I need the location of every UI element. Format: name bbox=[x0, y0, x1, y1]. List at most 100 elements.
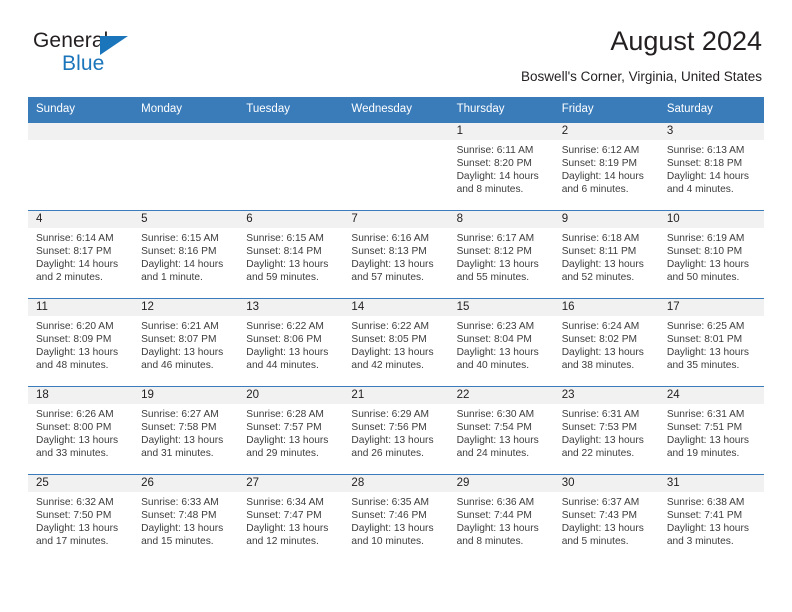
calendar-week-row: 25 Sunrise: 6:32 AM Sunset: 7:50 PM Dayligh… bbox=[28, 473, 764, 562]
day-details bbox=[28, 140, 133, 144]
day-details: Sunrise: 6:18 AM Sunset: 8:11 PM Daylight:… bbox=[554, 228, 659, 285]
day-details: Sunrise: 6:15 AM Sunset: 8:14 PM Daylight:… bbox=[238, 228, 343, 285]
day-cell[interactable]: 23 Sunrise: 6:31 AM Sunset: 7:53 PM Dayligh… bbox=[553, 386, 659, 474]
day-detail-line: Sunset: 7:50 PM bbox=[36, 509, 112, 521]
day-cell[interactable]: 28 Sunrise: 6:35 AM Sunset: 7:46 PM Dayligh… bbox=[343, 474, 449, 562]
calendar-week-row: 18 Sunrise: 6:26 AM Sunset: 8:00 PM Dayligh… bbox=[28, 385, 764, 474]
day-detail-line: Daylight: 13 hours bbox=[141, 435, 224, 447]
day-cell[interactable]: 17 Sunrise: 6:25 AM Sunset: 8:01 PM Dayligh… bbox=[658, 298, 764, 386]
day-cell[interactable]: 12 Sunrise: 6:21 AM Sunset: 8:07 PM Dayligh… bbox=[133, 298, 239, 386]
day-detail-line: Daylight: 13 hours bbox=[246, 259, 329, 271]
day-detail-line: and 1 minute. bbox=[141, 272, 203, 284]
day-cell[interactable]: 10 Sunrise: 6:19 AM Sunset: 8:10 PM Dayligh… bbox=[658, 210, 764, 298]
day-cell[interactable]: 2 Sunrise: 6:12 AM Sunset: 8:19 PM Daylight… bbox=[553, 122, 659, 210]
day-number: 14 bbox=[343, 298, 449, 316]
day-detail-line: Daylight: 14 hours bbox=[561, 171, 644, 183]
day-detail-line: Sunset: 8:02 PM bbox=[561, 333, 638, 345]
brand-logo[interactable]: General Blue bbox=[28, 26, 158, 78]
day-detail-line: and 3 minutes. bbox=[666, 536, 734, 548]
day-number: 26 bbox=[133, 474, 239, 492]
day-details: Sunrise: 6:14 AM Sunset: 8:17 PM Daylight:… bbox=[28, 228, 133, 285]
day-cell[interactable]: 30 Sunrise: 6:37 AM Sunset: 7:43 PM Dayligh… bbox=[553, 474, 659, 562]
day-cell[interactable]: 18 Sunrise: 6:26 AM Sunset: 8:00 PM Dayligh… bbox=[28, 386, 134, 474]
day-cell[interactable]: 20 Sunrise: 6:28 AM Sunset: 7:57 PM Dayligh… bbox=[238, 386, 344, 474]
day-number: 25 bbox=[28, 474, 134, 492]
day-detail-line: Sunset: 7:54 PM bbox=[456, 421, 532, 433]
day-detail-line: Daylight: 14 hours bbox=[36, 259, 119, 271]
day-detail-line: Sunrise: 6:14 AM bbox=[36, 232, 114, 244]
day-detail-line: Sunrise: 6:38 AM bbox=[666, 496, 745, 508]
day-details: Sunrise: 6:38 AM Sunset: 7:41 PM Daylight:… bbox=[659, 492, 764, 549]
day-detail-line: Sunrise: 6:20 AM bbox=[36, 320, 114, 332]
day-detail-line: and 40 minutes. bbox=[456, 360, 530, 372]
day-detail-line: Sunrise: 6:25 AM bbox=[666, 320, 745, 332]
day-details: Sunrise: 6:27 AM Sunset: 7:58 PM Daylight:… bbox=[133, 404, 238, 461]
day-number: 18 bbox=[28, 386, 134, 404]
day-detail-line: Daylight: 13 hours bbox=[351, 347, 434, 359]
day-number: 1 bbox=[448, 122, 554, 140]
brand-name-general: General bbox=[33, 29, 109, 52]
day-detail-line: Sunrise: 6:29 AM bbox=[351, 408, 430, 420]
day-cell[interactable]: 14 Sunrise: 6:22 AM Sunset: 8:05 PM Dayligh… bbox=[343, 298, 449, 386]
day-detail-line: and 29 minutes. bbox=[246, 448, 319, 460]
day-detail-line: Sunrise: 6:12 AM bbox=[561, 144, 640, 156]
day-detail-line: Sunrise: 6:18 AM bbox=[561, 232, 640, 244]
day-detail-line: and 48 minutes. bbox=[36, 360, 109, 372]
day-cell[interactable]: 24 Sunrise: 6:31 AM Sunset: 7:51 PM Dayligh… bbox=[658, 386, 764, 474]
day-details: Sunrise: 6:29 AM Sunset: 7:56 PM Daylight:… bbox=[343, 404, 448, 461]
weekday-header-tuesday: Tuesday bbox=[246, 103, 290, 116]
day-cell[interactable]: 21 Sunrise: 6:29 AM Sunset: 7:56 PM Dayligh… bbox=[343, 386, 449, 474]
day-number: 8 bbox=[448, 210, 554, 228]
day-detail-line: Sunset: 8:10 PM bbox=[666, 245, 743, 257]
day-detail-line: Sunset: 8:13 PM bbox=[351, 245, 427, 257]
day-cell[interactable]: 19 Sunrise: 6:27 AM Sunset: 7:58 PM Dayligh… bbox=[133, 386, 239, 474]
day-cell[interactable]: 16 Sunrise: 6:24 AM Sunset: 8:02 PM Dayligh… bbox=[553, 298, 659, 386]
day-cell-empty bbox=[28, 122, 134, 210]
day-number: 9 bbox=[553, 210, 659, 228]
day-detail-line: and 42 minutes. bbox=[351, 360, 424, 372]
day-details: Sunrise: 6:23 AM Sunset: 8:04 PM Daylight:… bbox=[449, 316, 554, 373]
day-detail-line: Sunset: 7:48 PM bbox=[141, 509, 217, 521]
day-detail-line: Sunset: 7:43 PM bbox=[561, 509, 638, 521]
day-cell[interactable]: 15 Sunrise: 6:23 AM Sunset: 8:04 PM Dayligh… bbox=[448, 298, 554, 386]
day-detail-line: Daylight: 13 hours bbox=[141, 347, 224, 359]
day-detail-line: Daylight: 13 hours bbox=[36, 435, 119, 447]
day-cell[interactable]: 29 Sunrise: 6:36 AM Sunset: 7:44 PM Dayligh… bbox=[448, 474, 554, 562]
day-cell[interactable]: 31 Sunrise: 6:38 AM Sunset: 7:41 PM Dayligh… bbox=[658, 474, 764, 562]
day-detail-line: Daylight: 13 hours bbox=[561, 435, 644, 447]
weekday-header-row: Sunday Monday Tuesday Wednesday Thursday Frid… bbox=[28, 97, 764, 123]
day-cell[interactable]: 5 Sunrise: 6:15 AM Sunset: 8:16 PM Daylight… bbox=[133, 210, 239, 298]
day-cell[interactable]: 13 Sunrise: 6:22 AM Sunset: 8:06 PM Dayligh… bbox=[238, 298, 344, 386]
day-detail-line: and 6 minutes. bbox=[561, 184, 629, 196]
day-detail-line: Sunrise: 6:37 AM bbox=[561, 496, 640, 508]
day-cell[interactable]: 1 Sunrise: 6:11 AM Sunset: 8:20 PM Daylight… bbox=[448, 122, 554, 210]
weekday-header-monday: Monday bbox=[141, 103, 183, 116]
day-cell[interactable]: 9 Sunrise: 6:18 AM Sunset: 8:11 PM Daylight… bbox=[553, 210, 659, 298]
day-cell[interactable]: 26 Sunrise: 6:33 AM Sunset: 7:48 PM Dayligh… bbox=[133, 474, 239, 562]
day-detail-line: Daylight: 13 hours bbox=[561, 259, 644, 271]
day-cell[interactable]: 6 Sunrise: 6:15 AM Sunset: 8:14 PM Daylight… bbox=[238, 210, 344, 298]
day-cell[interactable]: 11 Sunrise: 6:20 AM Sunset: 8:09 PM Dayligh… bbox=[28, 298, 134, 386]
day-detail-line: Sunset: 7:53 PM bbox=[561, 421, 638, 433]
day-cell[interactable]: 7 Sunrise: 6:16 AM Sunset: 8:13 PM Daylight… bbox=[343, 210, 449, 298]
day-detail-line: and 15 minutes. bbox=[141, 536, 214, 548]
day-cell[interactable]: 27 Sunrise: 6:34 AM Sunset: 7:47 PM Dayligh… bbox=[238, 474, 344, 562]
day-detail-line: Sunset: 7:46 PM bbox=[351, 509, 427, 521]
day-detail-line: and 31 minutes. bbox=[141, 448, 214, 460]
day-detail-line: Sunrise: 6:28 AM bbox=[246, 408, 324, 420]
calendar-week-row: 11 Sunrise: 6:20 AM Sunset: 8:09 PM Dayligh… bbox=[28, 297, 764, 386]
day-detail-line: Daylight: 13 hours bbox=[36, 523, 119, 535]
day-cell[interactable]: 8 Sunrise: 6:17 AM Sunset: 8:12 PM Daylight… bbox=[448, 210, 554, 298]
day-detail-line: Sunset: 8:04 PM bbox=[456, 333, 532, 345]
day-cell[interactable]: 3 Sunrise: 6:13 AM Sunset: 8:18 PM Daylight… bbox=[658, 122, 764, 210]
day-cell[interactable]: 4 Sunrise: 6:14 AM Sunset: 8:17 PM Daylight… bbox=[28, 210, 134, 298]
day-number: 30 bbox=[553, 474, 659, 492]
day-number: 11 bbox=[28, 298, 134, 316]
day-detail-line: Sunrise: 6:27 AM bbox=[141, 408, 219, 420]
day-detail-line: Daylight: 14 hours bbox=[141, 259, 224, 271]
day-details: Sunrise: 6:30 AM Sunset: 7:54 PM Daylight:… bbox=[449, 404, 554, 461]
page-header: General Blue August 2024 Boswell's Corne… bbox=[28, 0, 764, 85]
day-cell[interactable]: 22 Sunrise: 6:30 AM Sunset: 7:54 PM Dayligh… bbox=[448, 386, 554, 474]
day-cell[interactable]: 25 Sunrise: 6:32 AM Sunset: 7:50 PM Dayligh… bbox=[28, 474, 134, 562]
day-detail-line: and 8 minutes. bbox=[456, 536, 524, 548]
